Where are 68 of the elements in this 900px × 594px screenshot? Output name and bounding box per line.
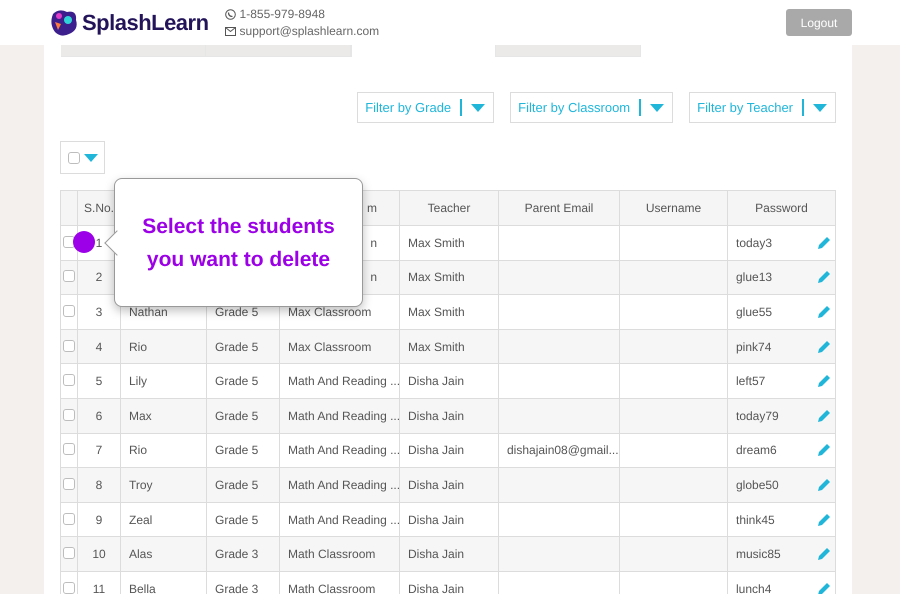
filter-dropdown[interactable]: Filter by Teacher (689, 92, 836, 123)
tab[interactable] (206, 45, 351, 57)
phone-number: 1-855-979-8948 (240, 6, 325, 22)
checkbox[interactable] (68, 152, 80, 164)
pencil-icon[interactable] (817, 270, 831, 284)
pencil-icon[interactable] (817, 582, 831, 594)
table-cell: Max Smith (400, 294, 498, 330)
checkbox[interactable] (63, 408, 75, 421)
table-cell: today79 (728, 398, 836, 434)
checkbox[interactable] (63, 236, 75, 248)
pencil-icon[interactable] (817, 512, 831, 527)
checkbox[interactable] (63, 547, 75, 560)
table-cell: Alas (120, 536, 206, 572)
table-cell: Troy (120, 468, 206, 502)
brand-name: SplashLearn (82, 9, 209, 37)
caret-icon (650, 104, 664, 112)
table-cell: 10 (78, 536, 120, 572)
pencil-icon[interactable] (817, 443, 831, 458)
table-cell: Math Classroom (280, 536, 400, 572)
pencil-icon[interactable] (817, 374, 831, 388)
phone-icon (224, 8, 236, 20)
checkbox[interactable] (63, 340, 75, 352)
table-cell: Grade 5 (206, 398, 280, 434)
table-cell: Disha Jain (400, 398, 498, 434)
table-cell: Lily (120, 364, 206, 398)
table-cell: Math And Reading ... (280, 364, 400, 398)
table-cell: Max Smith (400, 226, 498, 260)
table-cell: 5 (78, 364, 120, 398)
tab[interactable] (61, 45, 206, 57)
checkbox[interactable] (63, 374, 75, 386)
checkbox[interactable] (63, 582, 75, 594)
pencil-icon[interactable] (817, 340, 831, 354)
table-cell: Math And Reading ... (280, 468, 400, 502)
table-cell: glue55 (728, 294, 836, 330)
checkbox[interactable] (63, 443, 75, 456)
table-cell: Math And Reading ... (280, 398, 400, 434)
table-cell: Grade 3 (206, 536, 280, 572)
support-email: support@splashlearn.com (240, 22, 380, 40)
table-cell: Disha Jain (400, 468, 498, 502)
logo-icon (49, 8, 79, 38)
table-cell: 6 (78, 398, 120, 434)
checkbox[interactable] (63, 512, 75, 525)
logout-button[interactable]: Logout (786, 9, 852, 36)
table-cell: Disha Jain (400, 364, 498, 398)
pencil-icon[interactable] (817, 304, 831, 319)
table-cell: Grade 5 (206, 468, 280, 502)
pencil-icon[interactable] (817, 478, 831, 492)
checkbox[interactable] (63, 478, 75, 490)
table-cell: Max (120, 398, 206, 434)
caret-icon (84, 154, 98, 162)
table-cell: music85 (728, 536, 836, 572)
table-cell: globe50 (728, 468, 836, 502)
checkbox[interactable] (63, 270, 75, 282)
checkbox[interactable] (63, 304, 75, 317)
caret-icon (471, 104, 486, 112)
caret-icon (813, 104, 827, 112)
pencil-icon[interactable] (817, 408, 831, 423)
filter-dropdown[interactable]: Filter by Classroom (510, 92, 674, 123)
table-cell: left57 (728, 364, 836, 398)
table-cell: today3 (728, 226, 836, 260)
pencil-icon[interactable] (817, 547, 831, 562)
filter-dropdown[interactable]: Filter by Grade (357, 92, 494, 123)
table-cell: Disha Jain (400, 536, 498, 572)
mail-icon (224, 26, 236, 36)
tab[interactable] (496, 45, 641, 57)
table-cell: 8 (78, 468, 120, 502)
pencil-icon[interactable] (817, 236, 831, 250)
table-cell: Grade 5 (206, 364, 280, 398)
